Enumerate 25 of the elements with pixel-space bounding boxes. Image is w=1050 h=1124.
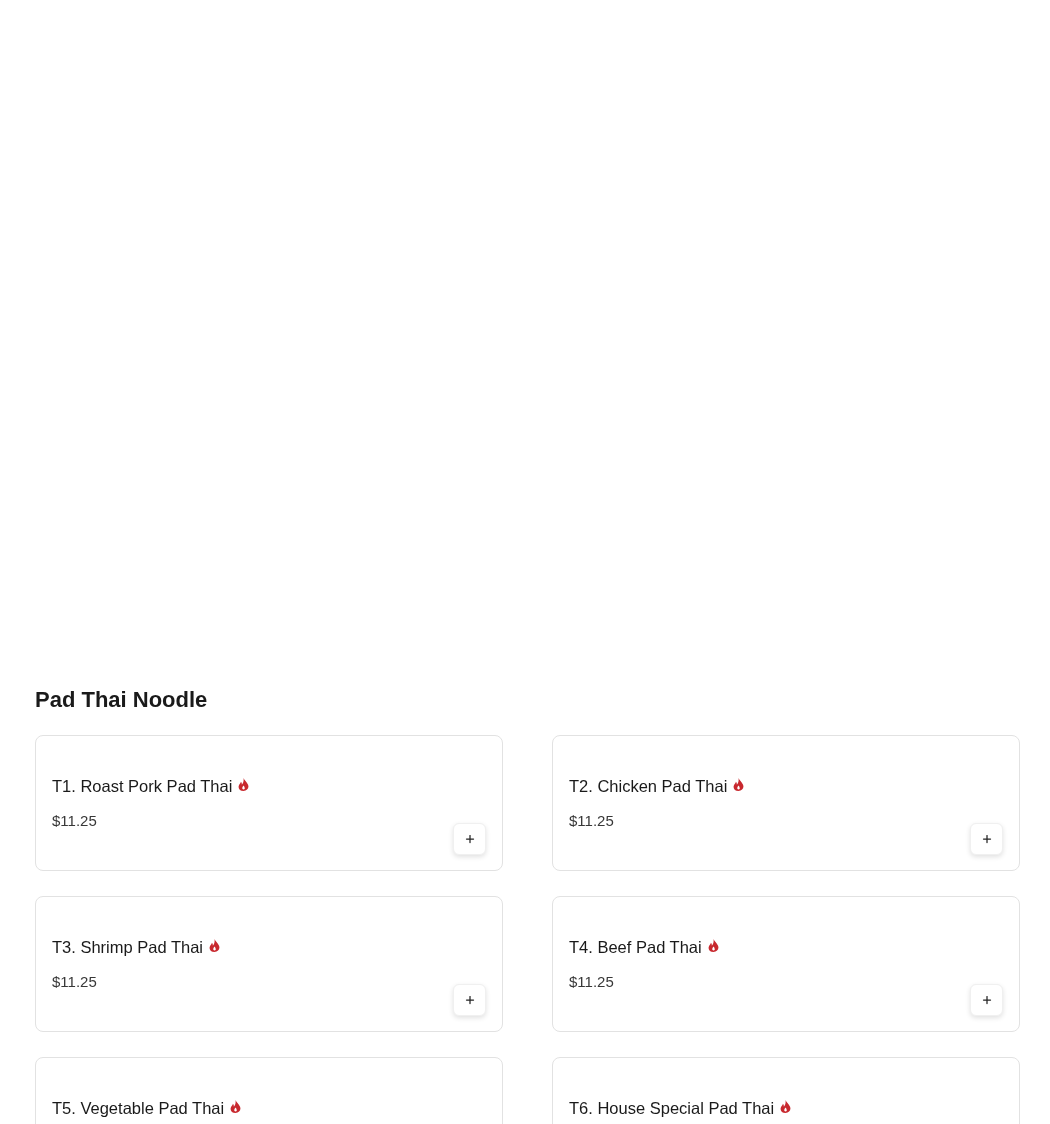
item-name: T3. Shrimp Pad Thai bbox=[52, 937, 203, 957]
item-name: T5. Vegetable Pad Thai bbox=[52, 1098, 225, 1118]
add-button[interactable] bbox=[453, 823, 486, 855]
menu-item-card[interactable]: T4. Beef Pad Thai $11.25 bbox=[552, 896, 1020, 1032]
item-price: $11.25 bbox=[52, 972, 97, 992]
item-name: T1. Roast Pork Pad Thai bbox=[52, 776, 233, 796]
add-button[interactable] bbox=[970, 823, 1003, 855]
plus-icon bbox=[463, 994, 476, 1006]
item-name: T6. House Special Pad Thai bbox=[569, 1098, 775, 1118]
menu-item-card[interactable]: T1. Roast Pork Pad Thai $11.25 bbox=[35, 735, 503, 871]
item-name: T4. Beef Pad Thai bbox=[569, 937, 702, 957]
add-button[interactable] bbox=[453, 984, 486, 1016]
menu-item-card[interactable]: T5. Vegetable Pad Thai bbox=[35, 1057, 503, 1124]
menu-item-card[interactable]: T2. Chicken Pad Thai $11.25 bbox=[552, 735, 1020, 871]
plus-icon bbox=[980, 994, 993, 1006]
menu-item-card[interactable]: T6. House Special Pad Thai bbox=[552, 1057, 1020, 1124]
menu-item-card[interactable]: T3. Shrimp Pad Thai $11.25 bbox=[35, 896, 503, 1032]
plus-icon bbox=[980, 833, 993, 845]
item-price: $11.25 bbox=[569, 811, 614, 831]
item-price: $11.25 bbox=[569, 972, 614, 992]
add-button[interactable] bbox=[970, 984, 1003, 1016]
item-price: $11.25 bbox=[52, 811, 97, 831]
plus-icon bbox=[463, 833, 476, 845]
item-name: T2. Chicken Pad Thai bbox=[569, 776, 728, 796]
section-title: Pad Thai Noodle bbox=[35, 686, 208, 714]
